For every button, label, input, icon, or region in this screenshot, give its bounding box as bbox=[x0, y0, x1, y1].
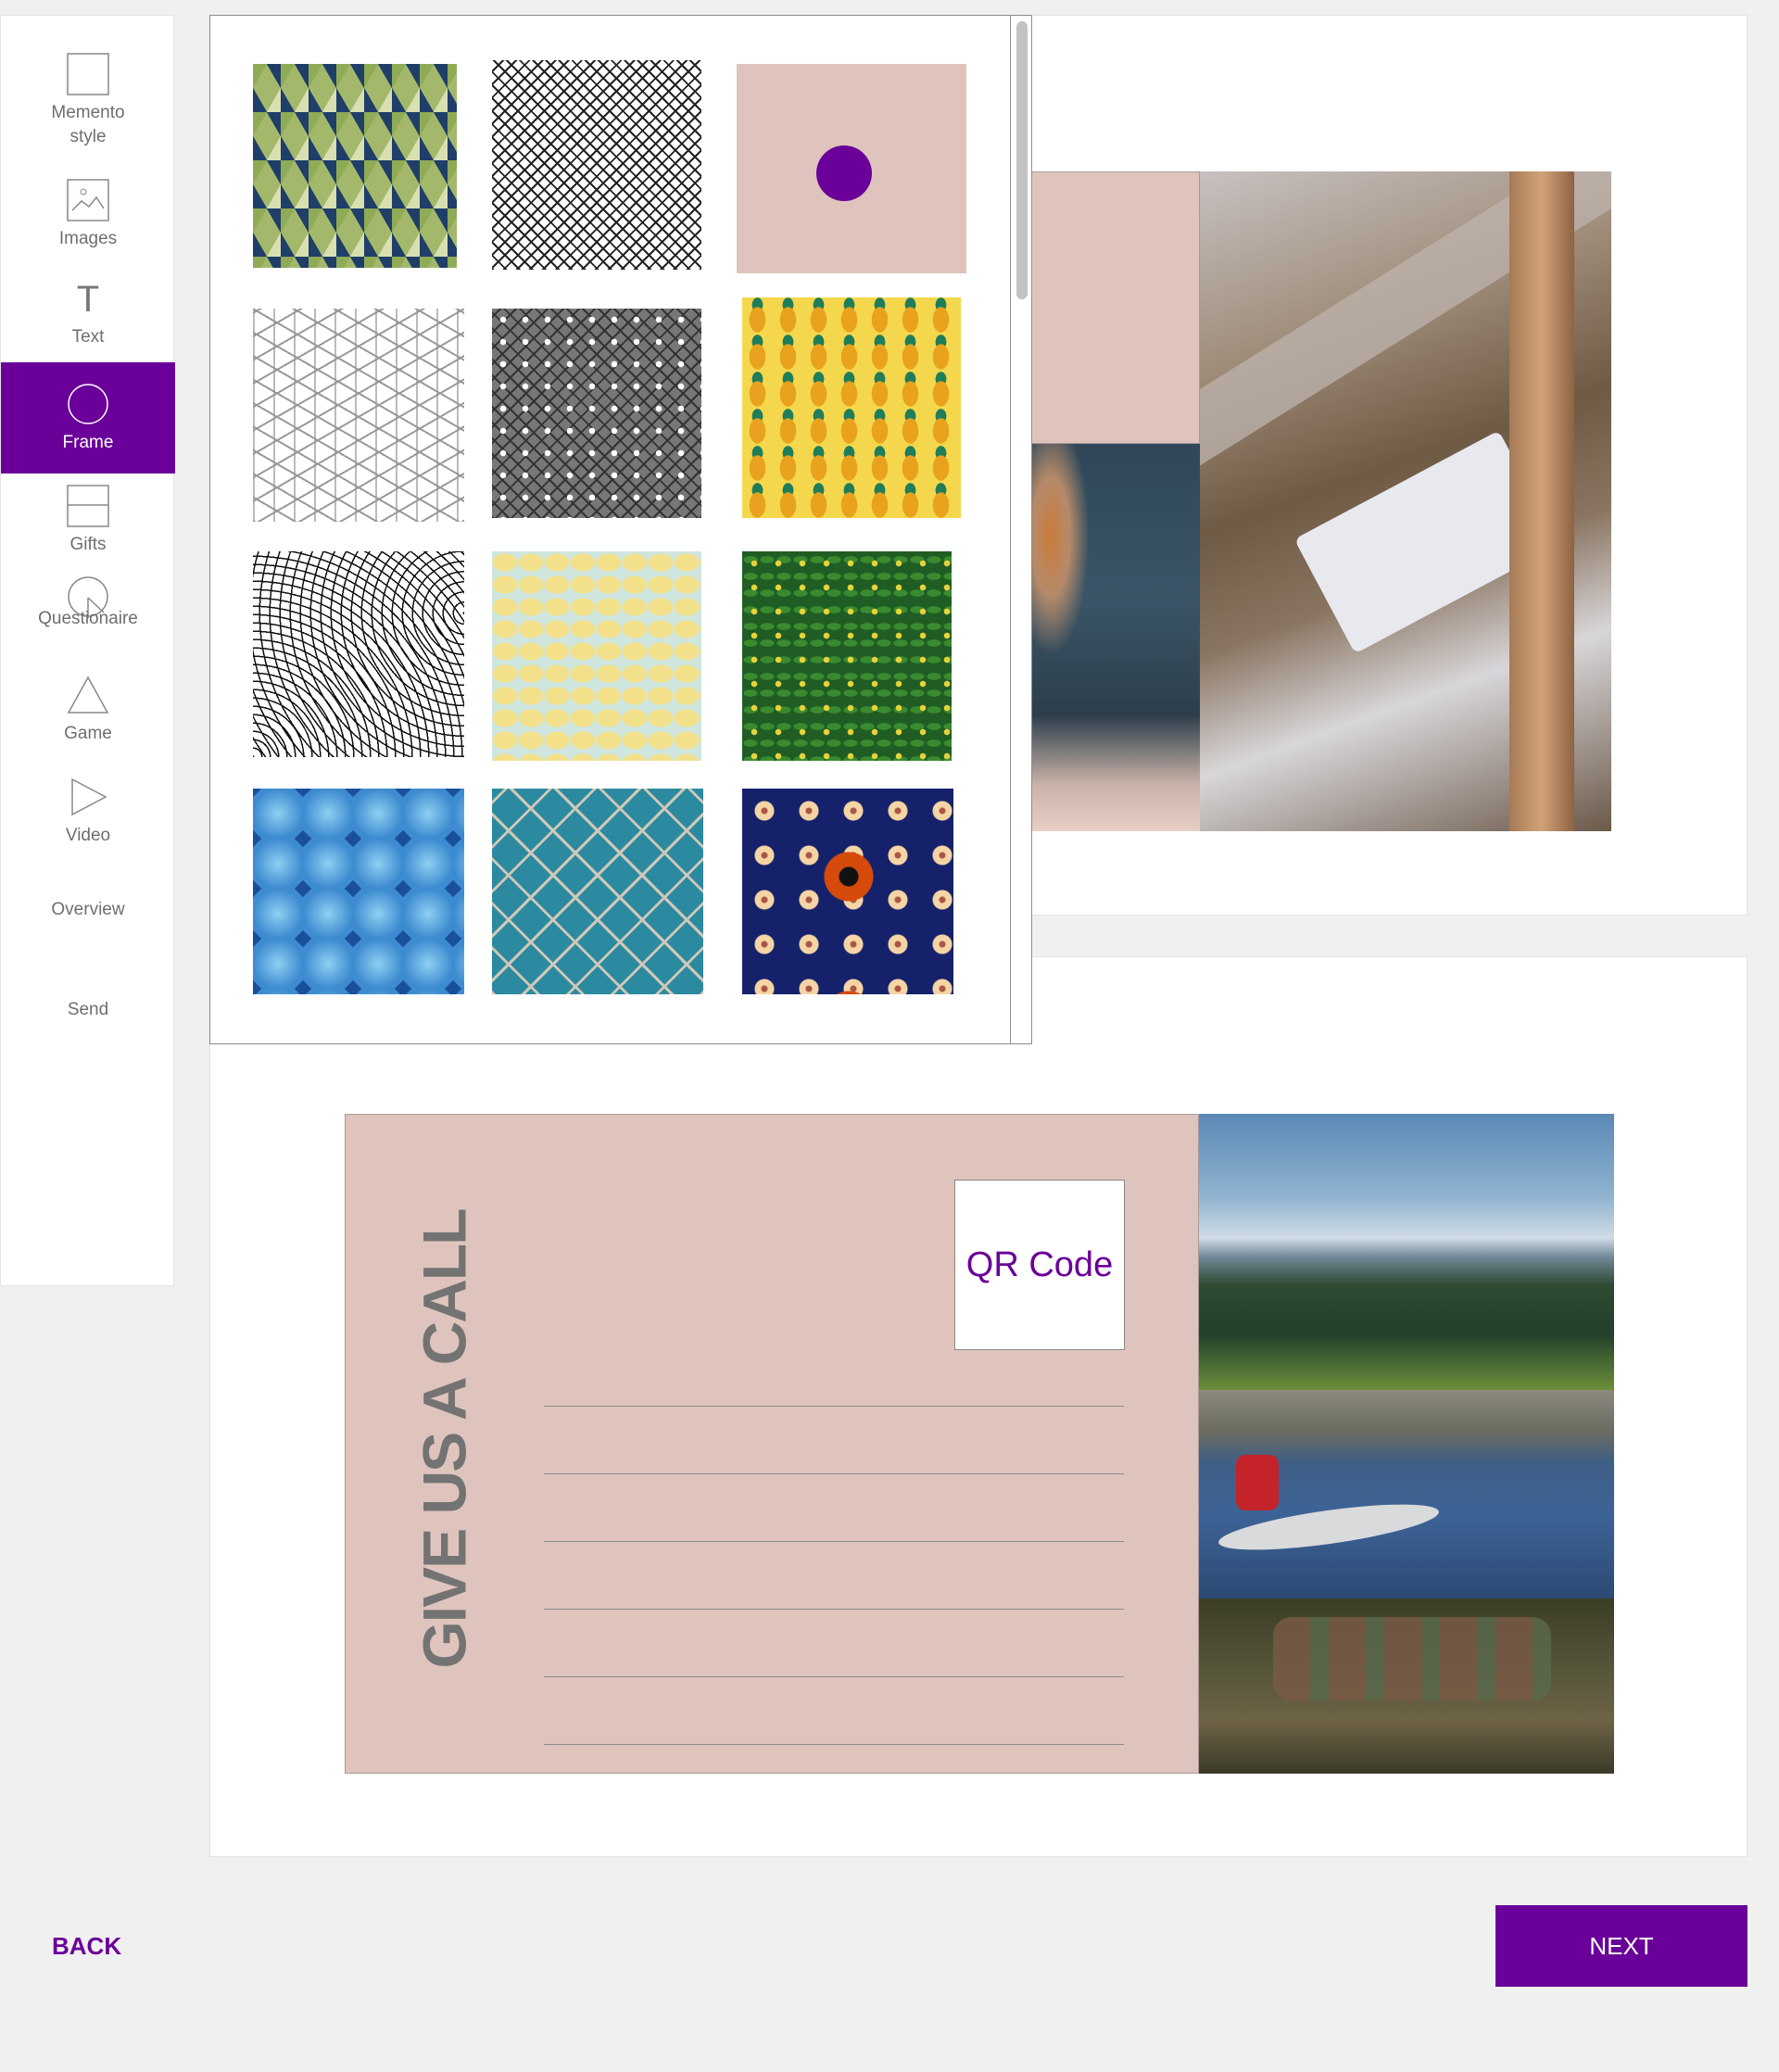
address-line bbox=[544, 1473, 1124, 1474]
photo-detail-group bbox=[1273, 1617, 1551, 1700]
sidebar-item-label: Gifts bbox=[69, 535, 107, 554]
popup-scrollbar-thumb[interactable] bbox=[1016, 21, 1028, 299]
play-icon bbox=[71, 777, 107, 816]
sidebar-item-gifts[interactable]: Gifts bbox=[1, 485, 175, 568]
back-button[interactable]: BACK bbox=[52, 1932, 121, 1961]
vertical-headline[interactable]: GIVE US A CALL bbox=[403, 1209, 486, 1668]
frame-swatch-grey-lattice[interactable] bbox=[492, 309, 701, 518]
memento-back-pink-panel[interactable]: GIVE US A CALL QR Code bbox=[345, 1114, 1199, 1774]
sidebar-item-label: Send bbox=[67, 1000, 109, 1019]
photo-kayaking bbox=[1199, 1390, 1614, 1598]
sidebar-item-label: Images bbox=[58, 229, 118, 248]
memento-front-dinner-photo[interactable] bbox=[1200, 171, 1611, 831]
address-line bbox=[544, 1676, 1124, 1677]
sidebar: Memento style Images T Text Frame Gifts … bbox=[0, 15, 175, 1286]
sidebar-item-text[interactable]: T Text bbox=[1, 279, 175, 362]
photo-detail-kayaker bbox=[1236, 1455, 1279, 1510]
sidebar-item-label: Memento style bbox=[51, 103, 125, 146]
text-icon: T bbox=[76, 279, 100, 320]
sidebar-item-images[interactable]: Images bbox=[1, 179, 175, 262]
triangle-icon bbox=[67, 676, 109, 714]
sidebar-item-overview[interactable]: Overview bbox=[1, 898, 175, 935]
photo-detail-pillar bbox=[1509, 171, 1574, 831]
frame-swatch-leaves[interactable] bbox=[253, 551, 464, 757]
memento-front-pink-panel bbox=[1031, 171, 1200, 444]
vertical-headline-text: GIVE US A CALL bbox=[410, 1209, 480, 1669]
sidebar-item-questionaire[interactable]: Questionaire bbox=[1, 575, 175, 659]
address-line bbox=[544, 1406, 1124, 1407]
qr-code-placeholder[interactable]: QR Code bbox=[954, 1180, 1125, 1350]
sidebar-item-send[interactable]: Send bbox=[1, 998, 175, 1035]
popup-scrollbar[interactable] bbox=[1010, 16, 1031, 1043]
sidebar-item-memento-style[interactable]: Memento style bbox=[1, 53, 175, 164]
frame-swatch-pineapples[interactable] bbox=[742, 297, 961, 518]
frame-swatch-cubes[interactable] bbox=[253, 309, 464, 522]
frame-swatch-yellow-blobs[interactable] bbox=[492, 551, 701, 761]
sidebar-item-label: Frame bbox=[62, 433, 114, 452]
image-icon bbox=[67, 179, 109, 221]
next-button-label: NEXT bbox=[1589, 1931, 1654, 1960]
photo-mountain-forest bbox=[1199, 1114, 1614, 1390]
memento-front-water-photo bbox=[1031, 444, 1200, 831]
sidebar-item-label: Overview bbox=[51, 900, 125, 919]
address-line bbox=[544, 1609, 1124, 1610]
frame-swatch-pink-dot[interactable] bbox=[737, 64, 966, 273]
sidebar-item-label: Video bbox=[65, 826, 111, 845]
sidebar-item-label: Text bbox=[71, 327, 105, 347]
circle-icon bbox=[68, 384, 108, 424]
square-icon bbox=[67, 53, 109, 95]
address-line bbox=[544, 1744, 1124, 1745]
sidebar-item-frame[interactable]: Frame bbox=[1, 362, 175, 474]
frame-swatch-teal-tiles[interactable] bbox=[492, 789, 703, 994]
next-button[interactable]: NEXT bbox=[1495, 1905, 1747, 1987]
address-line bbox=[544, 1541, 1124, 1542]
frame-swatch-bw-lattice[interactable] bbox=[492, 60, 701, 270]
frame-swatch-green-floral[interactable] bbox=[742, 551, 952, 761]
frame-picker-popup bbox=[209, 15, 1032, 1044]
qr-code-label: QR Code bbox=[965, 1244, 1114, 1284]
sidebar-item-game[interactable]: Game bbox=[1, 674, 175, 757]
photo-group-sitting bbox=[1199, 1598, 1614, 1774]
frame-swatch-blue-glass[interactable] bbox=[253, 789, 464, 994]
frame-swatch-triangles[interactable] bbox=[253, 64, 457, 268]
sidebar-item-label: Questionaire bbox=[38, 609, 138, 628]
memento-back-preview: GIVE US A CALL QR Code bbox=[345, 1114, 1614, 1774]
frame-swatch-navy-orange-dots[interactable] bbox=[742, 789, 953, 994]
frame-swatch-dot bbox=[816, 145, 872, 201]
gift-icon bbox=[67, 485, 109, 527]
memento-back-photos[interactable] bbox=[1199, 1114, 1614, 1774]
sidebar-item-video[interactable]: Video bbox=[1, 776, 175, 859]
sidebar-item-label: Game bbox=[64, 724, 112, 743]
